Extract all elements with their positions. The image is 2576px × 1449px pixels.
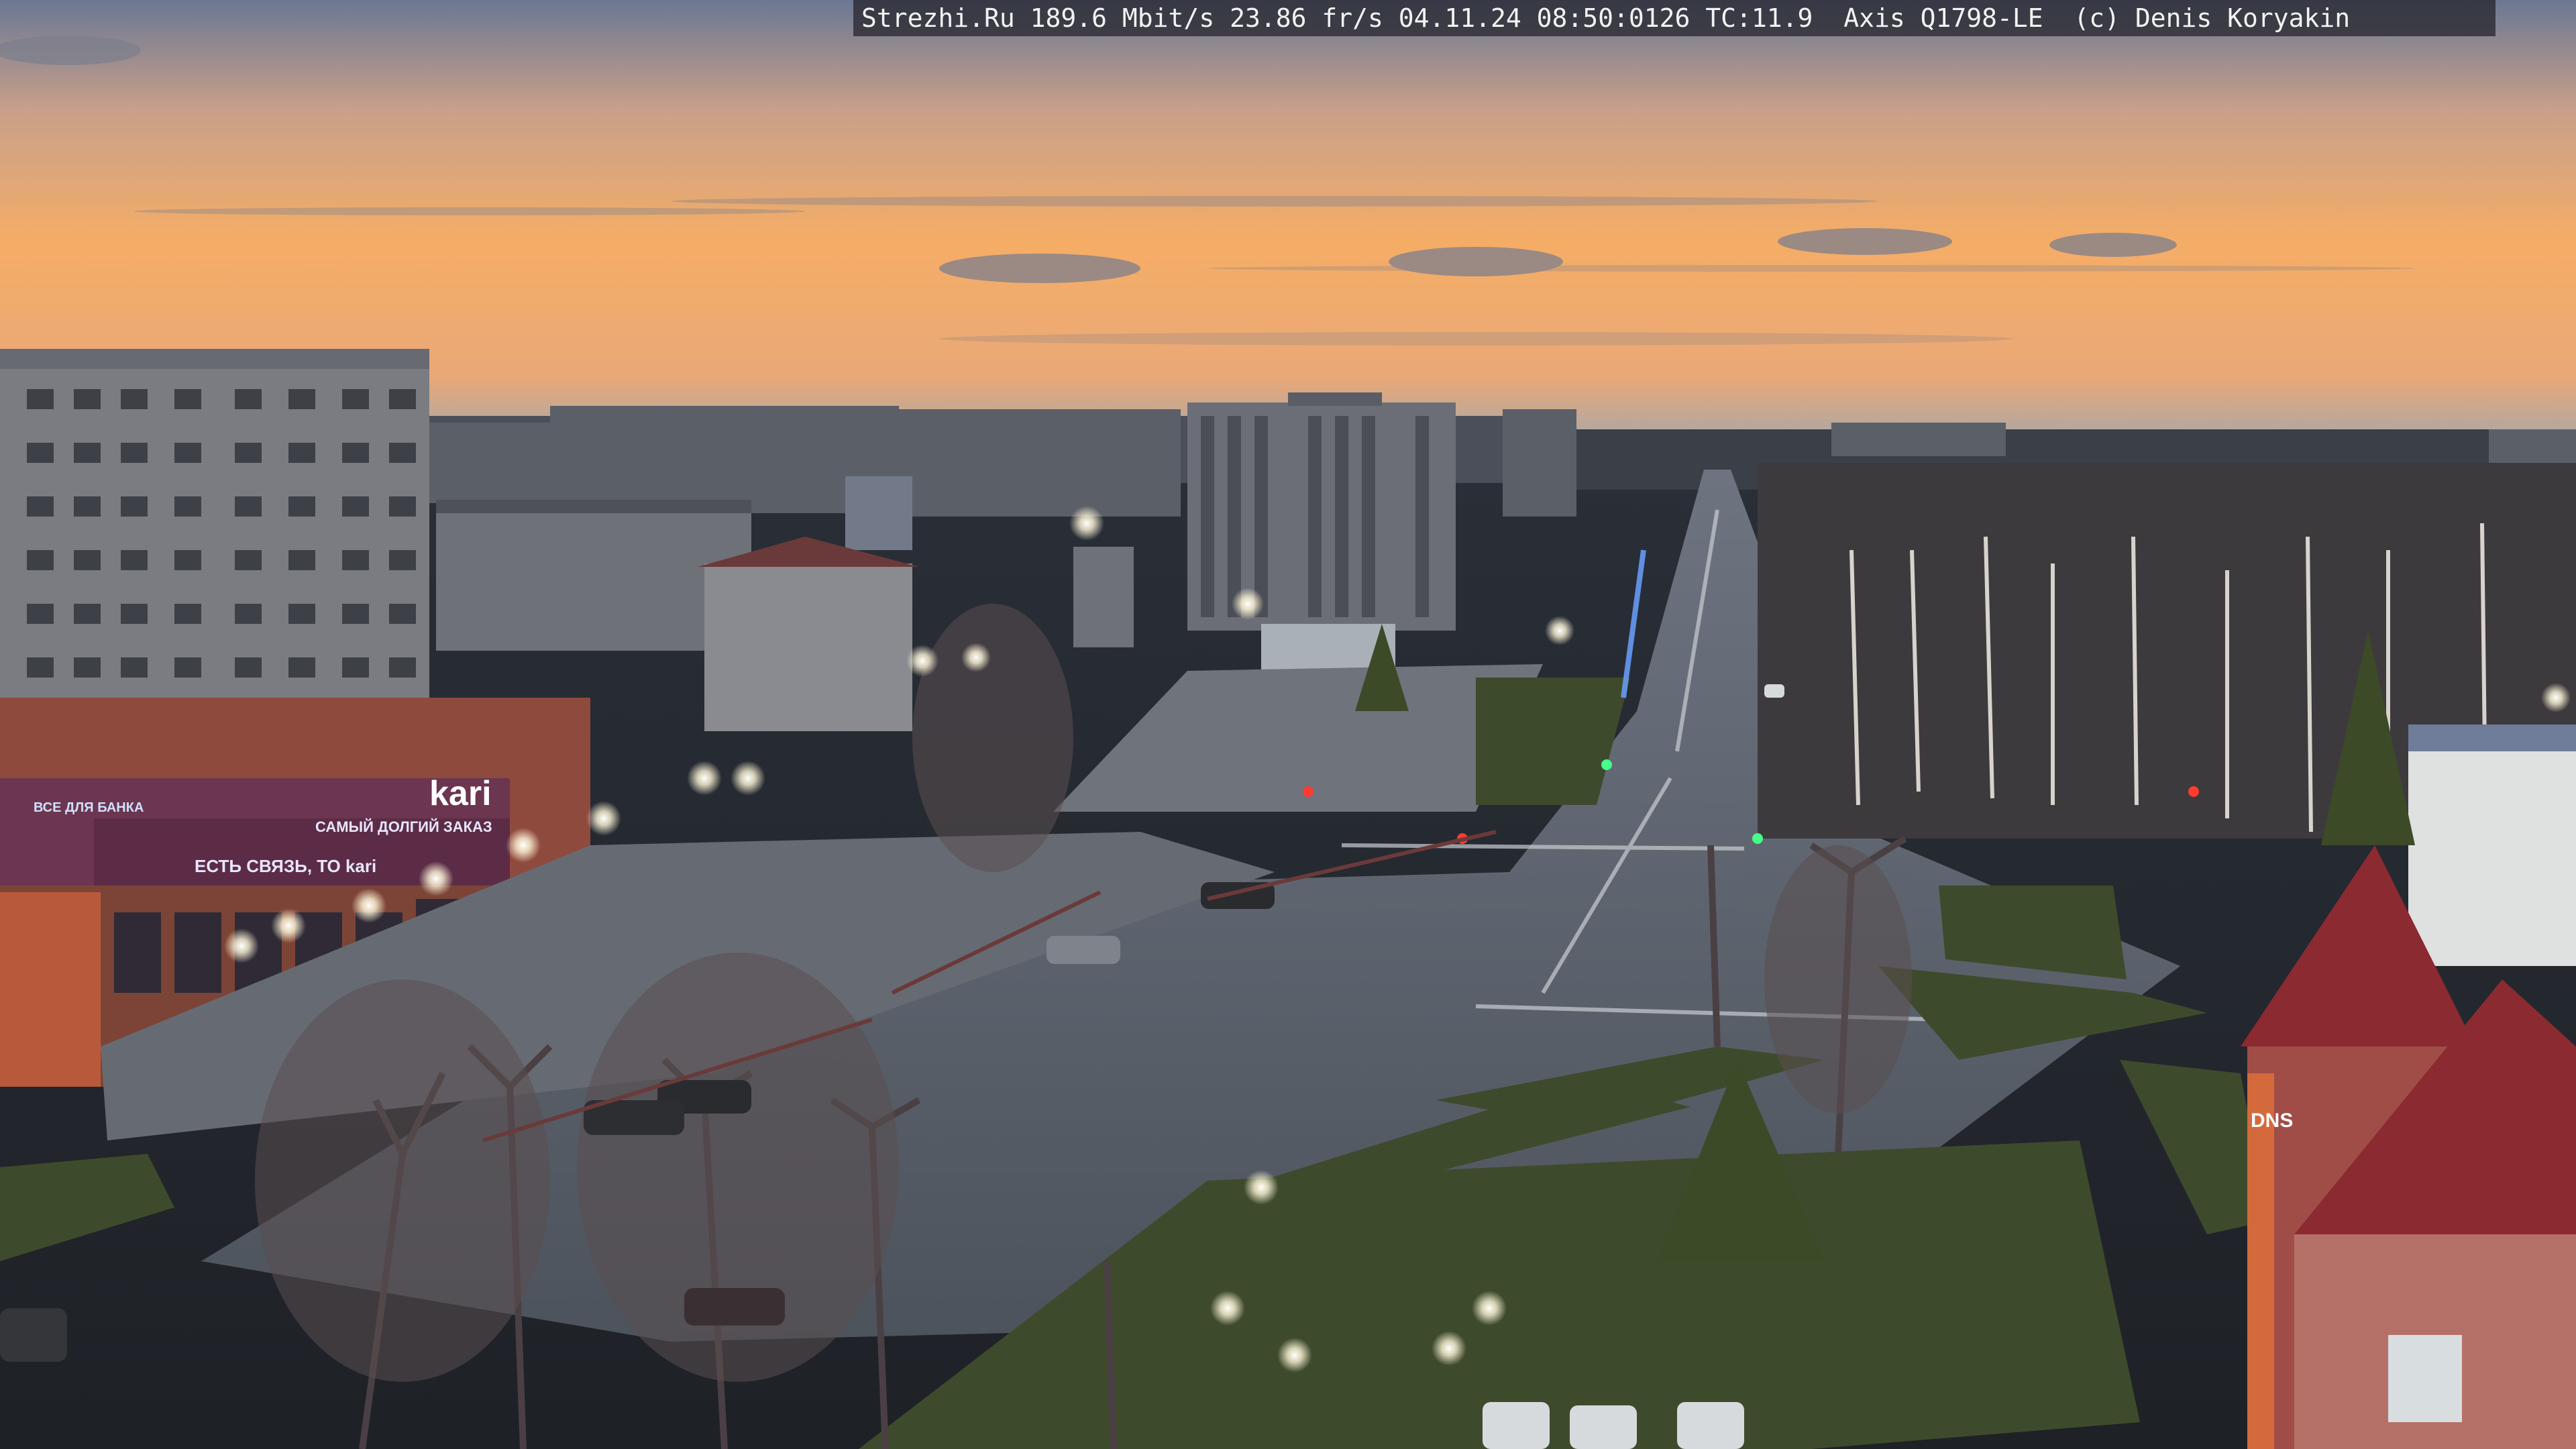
bank-sign: ВСЕ ДЛЯ БАНКА [34,800,144,815]
store-brand-sign: kari [429,774,492,813]
central-tower [1187,392,1456,631]
webcam-scene: kari ЕСТЬ СВЯЗЬ, ТО kari САМЫЙ ДОЛГИЙ ЗА… [0,0,2576,1449]
store-slogan-sign: ЕСТЬ СВЯЗЬ, ТО kari [195,856,376,876]
building-sign: DNS [2251,1110,2293,1132]
store-promo-sign: САМЫЙ ДОЛГИЙ ЗАКАЗ [315,818,492,835]
camera-info-overlay: Strezhi.Ru 189.6 Mbit/s 23.86 fr/s 04.11… [853,0,2496,36]
